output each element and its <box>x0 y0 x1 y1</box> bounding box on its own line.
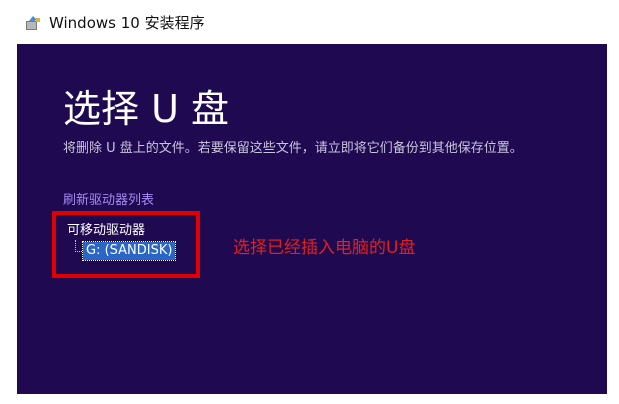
setup-window: Windows 10 安装程序 选择 U 盘 将删除 U 盘上的文件。若要保留这… <box>17 4 607 394</box>
setup-content: 选择 U 盘 将删除 U 盘上的文件。若要保留这些文件，请立即将它们备份到其他保… <box>17 44 607 394</box>
title-bar: Windows 10 安装程序 <box>17 4 607 42</box>
page-description: 将删除 U 盘上的文件。若要保留这些文件，请立即将它们备份到其他保存位置。 <box>63 141 523 156</box>
refresh-drive-list-link[interactable]: 刷新驱动器列表 <box>63 192 154 210</box>
window-title: Windows 10 安装程序 <box>49 14 205 32</box>
page-title: 选择 U 盘 <box>63 87 229 131</box>
annotation-text: 选择已经插入电脑的U盘 <box>233 238 416 258</box>
setup-icon <box>24 14 42 32</box>
drive-tree-root-label: 可移动驱动器 <box>67 223 146 238</box>
drive-item-sandisk[interactable]: G: (SANDISK) <box>81 241 177 261</box>
